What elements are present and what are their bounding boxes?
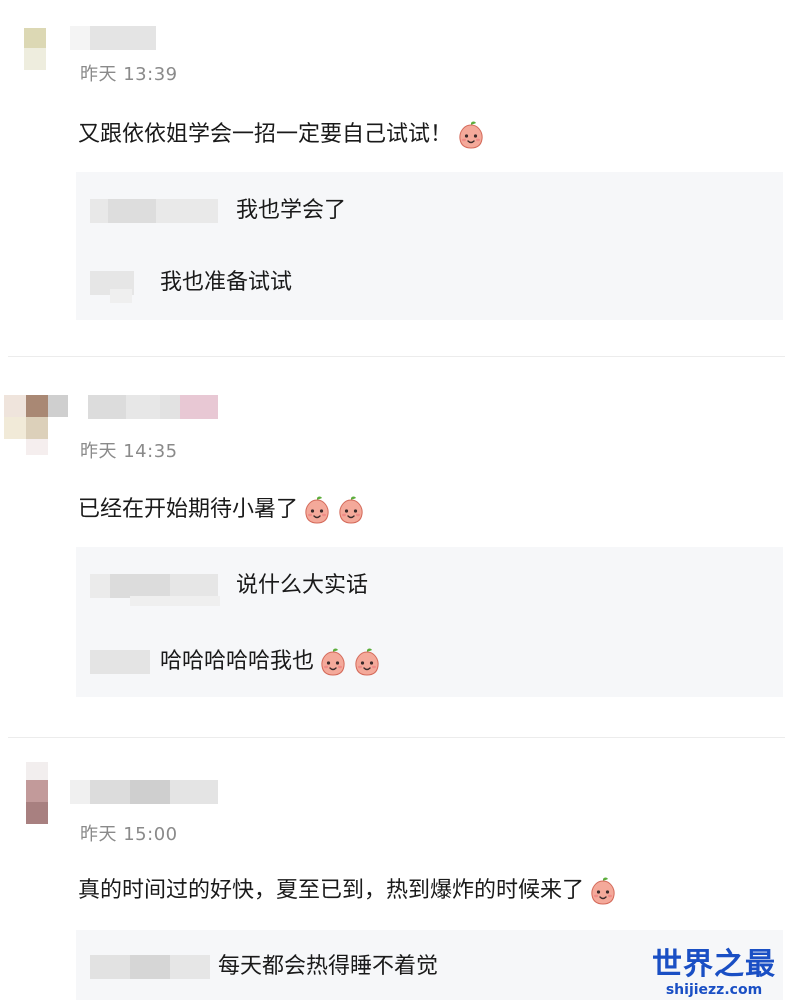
avatar[interactable]: [4, 14, 66, 76]
reply-item[interactable]: 说什么大实话: [90, 569, 690, 606]
reply-username-blurred[interactable]: [90, 574, 220, 606]
reply-text: 说什么大实话: [236, 573, 369, 598]
username-blurred[interactable]: [70, 780, 220, 804]
avatar[interactable]: [4, 381, 68, 455]
username-blurred[interactable]: [88, 395, 220, 419]
reply-section: 说什么大实话 哈哈哈哈哈我也: [76, 547, 783, 697]
reply-username-blurred[interactable]: [90, 650, 152, 674]
peach-face-emoji-icon: [352, 647, 382, 677]
peach-face-emoji-icon: [588, 876, 618, 906]
watermark-url: shijiezz.com: [665, 982, 763, 998]
comment-timestamp: 昨天 14:35: [80, 441, 178, 462]
reply-text-content: 哈哈哈哈哈我也: [160, 649, 315, 674]
username-blurred[interactable]: [70, 26, 160, 50]
comment-text-content: 真的时间过的好快，夏至已到，热到爆炸的时候来了: [78, 878, 585, 903]
comment-item: 昨天 13:39 又跟依依姐学会一招一定要自己试试！ 我也学会了 我也准备试试: [0, 0, 785, 356]
reply-item[interactable]: 哈哈哈哈哈我也: [90, 645, 690, 679]
reply-item[interactable]: 我也学会了: [90, 194, 690, 228]
reply-username-blurred[interactable]: [90, 955, 210, 979]
reply-text: 我也学会了: [236, 198, 347, 223]
comment-text: 真的时间过的好快，夏至已到，热到爆炸的时候来了: [78, 872, 618, 906]
comment-timestamp: 昨天 15:00: [80, 824, 178, 845]
site-watermark: 世界之最 shijiezz.com: [649, 947, 779, 999]
comment-text-content: 已经在开始期待小暑了: [78, 497, 299, 522]
comment-text: 已经在开始期待小暑了: [78, 491, 366, 525]
reply-username-blurred[interactable]: [90, 271, 152, 303]
reply-text: 每天都会热得睡不着觉: [218, 954, 439, 979]
reply-section: 我也学会了 我也准备试试: [76, 172, 783, 320]
comment-item: 昨天 14:35 已经在开始期待小暑了 说什么大实话 哈哈哈哈哈我也: [0, 357, 785, 737]
reply-text: 哈哈哈哈哈我也: [160, 645, 382, 679]
reply-text: 我也准备试试: [160, 270, 293, 295]
peach-face-emoji-icon: [456, 120, 486, 150]
reply-item[interactable]: 每天都会热得睡不着觉: [90, 950, 690, 984]
comment-text: 又跟依依姐学会一招一定要自己试试！: [78, 116, 486, 150]
comment-timestamp: 昨天 13:39: [80, 64, 178, 85]
avatar[interactable]: [4, 762, 66, 824]
peach-face-emoji-icon: [318, 647, 348, 677]
peach-face-emoji-icon: [302, 495, 332, 525]
reply-username-blurred[interactable]: [90, 199, 220, 223]
watermark-title: 世界之最: [652, 947, 776, 982]
peach-face-emoji-icon: [336, 495, 366, 525]
reply-item[interactable]: 我也准备试试: [90, 266, 690, 303]
comment-text-content: 又跟依依姐学会一招一定要自己试试！: [78, 122, 453, 147]
